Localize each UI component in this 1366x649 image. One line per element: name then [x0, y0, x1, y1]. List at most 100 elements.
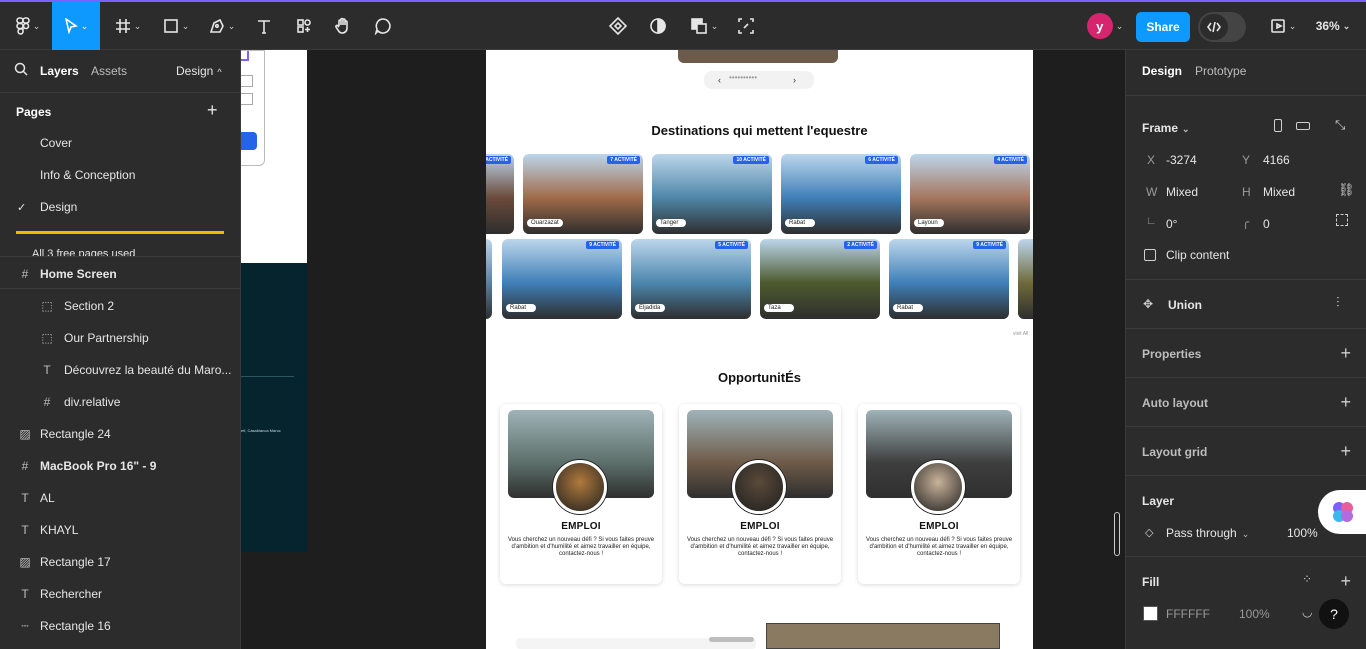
component-button[interactable]	[604, 2, 632, 50]
tab-prototype[interactable]: Prototype	[1195, 64, 1246, 78]
destination-card[interactable]: ACTIVITÉ	[486, 154, 514, 234]
frame-tool-button[interactable]: ⌄	[108, 2, 148, 50]
adjust-icon[interactable]: ⫶	[1336, 294, 1340, 311]
main-menu-button[interactable]: ⌄	[8, 2, 48, 50]
user-avatar-button[interactable]: y ⌄	[1080, 2, 1130, 50]
mask-button[interactable]	[644, 2, 672, 50]
destination-card[interactable]: 10 ACTIVITÉ Tanger	[652, 154, 772, 234]
add-layout-grid-icon[interactable]: +	[1340, 442, 1351, 460]
independent-corners-icon[interactable]	[1336, 214, 1348, 226]
constrain-proportions-icon[interactable]: ⛓	[1338, 182, 1355, 198]
page-item-design[interactable]: ✓ Design	[0, 191, 240, 223]
opportunity-card[interactable]: EMPLOI Vous cherchez un nouveau défi ? Si…	[500, 404, 662, 584]
destination-card[interactable]	[486, 239, 492, 319]
opportunity-card[interactable]: EMPLOI Vous cherchez un nouveau défi ? Si…	[858, 404, 1020, 584]
corner-radius-icon: ╭	[1242, 215, 1250, 229]
vertical-scrollbar[interactable]	[1114, 512, 1120, 556]
page-item-cover[interactable]: Cover	[0, 127, 240, 159]
activity-badge: 9 ACTIVITÉ	[586, 241, 619, 249]
layer-item[interactable]: ▨ Rectangle 24	[0, 418, 240, 450]
chevron-up-icon: ^	[217, 67, 222, 77]
add-fill-icon[interactable]: +	[1340, 572, 1351, 590]
help-button[interactable]: ?	[1319, 599, 1349, 629]
present-button[interactable]: ⌄	[1266, 2, 1300, 50]
dev-mode-toggle[interactable]	[1198, 12, 1246, 42]
add-page-icon[interactable]: +	[207, 100, 218, 121]
comment-tool-button[interactable]	[369, 2, 397, 50]
clip-content-checkbox[interactable]	[1144, 249, 1156, 261]
destination-card[interactable]: 9 ACTIVITÉ Rabat	[502, 239, 622, 319]
w-field[interactable]: Mixed	[1166, 185, 1198, 199]
portrait-icon[interactable]	[1274, 119, 1282, 132]
fill-swatch[interactable]	[1143, 606, 1158, 621]
add-auto-layout-icon[interactable]: +	[1340, 393, 1351, 411]
extension-brain-icon[interactable]	[1318, 490, 1366, 534]
layer-item[interactable]: ▨ Rectangle 17	[0, 546, 240, 578]
destination-card[interactable]: 5 ACTIVITÉ Eljadida	[631, 239, 751, 319]
crop-button[interactable]	[732, 2, 760, 50]
hand-tool-button[interactable]	[329, 2, 357, 50]
fill-hex-field[interactable]: FFFFFF	[1166, 607, 1210, 621]
resources-button[interactable]	[290, 2, 318, 50]
share-button[interactable]: Share	[1136, 12, 1190, 42]
union-icon: ✥	[1143, 297, 1154, 311]
move-tool-button[interactable]: ⌄	[52, 2, 100, 50]
canvas[interactable]: elf, Casablanca Maroc ‹ •••••••••• › Des…	[241, 50, 1125, 649]
destination-card[interactable]: 2 ACTIVITÉ Taza	[760, 239, 880, 319]
fill-styles-icon[interactable]: ⁘	[1302, 572, 1312, 586]
blend-mode-dropdown[interactable]: Pass through ⌄	[1166, 526, 1249, 540]
frame-dropdown[interactable]: Frame ⌄	[1142, 121, 1190, 135]
chevron-right-icon[interactable]: ›	[793, 75, 796, 85]
visit-all-link[interactable]: visit All	[1013, 331, 1028, 337]
layer-item[interactable]: ┄ Rectangle 16	[0, 610, 240, 642]
zoom-dropdown[interactable]: 36% ⌄	[1308, 2, 1358, 50]
fill-visibility-icon[interactable]: ◡	[1302, 605, 1312, 619]
layer-item[interactable]: ⬚ Our Partnership	[0, 322, 240, 354]
carousel-controls[interactable]: ‹ •••••••••• ›	[704, 71, 814, 89]
tab-assets[interactable]: Assets	[91, 64, 127, 78]
layer-item[interactable]: # Home Screen	[0, 258, 240, 290]
x-field[interactable]: -3274	[1166, 153, 1197, 167]
pen-tool-button[interactable]: ⌄	[202, 2, 242, 50]
layer-item[interactable]: T Découvrez la beauté du Maro...	[0, 354, 240, 386]
chevron-left-icon[interactable]: ‹	[718, 75, 721, 85]
layout-grid-label: Layout grid	[1142, 445, 1208, 459]
destination-card[interactable]: 7 ACTIVITÉ Ouarzazat	[523, 154, 643, 234]
text-tool-button[interactable]	[250, 2, 278, 50]
layer-item[interactable]: T AL	[0, 482, 240, 514]
comment-icon	[374, 18, 391, 35]
resize-to-fit-icon[interactable]: ⤡	[1335, 117, 1345, 133]
h-field[interactable]: Mixed	[1263, 185, 1295, 199]
destination-card[interactable]	[1018, 239, 1033, 319]
rotation-field[interactable]: 0°	[1166, 217, 1177, 231]
shape-tool-button[interactable]: ⌄	[156, 2, 196, 50]
opportunity-card[interactable]: EMPLOI Vous cherchez un nouveau défi ? Si…	[679, 404, 841, 584]
layer-item[interactable]: # MacBook Pro 16" - 9	[0, 450, 240, 482]
layer-item[interactable]: T KHAYL	[0, 514, 240, 546]
horizontal-scrollbar[interactable]	[709, 637, 754, 642]
fill-opacity-field[interactable]: 100%	[1239, 607, 1270, 621]
destination-card[interactable]: 4 ACTIVITÉ Layoun	[910, 154, 1030, 234]
page-item-info[interactable]: Info & Conception	[0, 159, 240, 191]
add-property-icon[interactable]: +	[1340, 344, 1351, 362]
figma-logo-icon	[15, 17, 30, 35]
image-layer-icon: ▨	[19, 555, 31, 569]
landscape-icon[interactable]	[1296, 122, 1310, 130]
destination-card[interactable]: 6 ACTIVITÉ Rabat	[781, 154, 901, 234]
tab-layers[interactable]: Layers	[40, 64, 79, 78]
destination-card[interactable]: 9 ACTIVITÉ Rabat	[889, 239, 1009, 319]
design-panel: Design Prototype Frame ⌄ ⤡ X -3274 Y 4166…	[1125, 50, 1366, 649]
y-field[interactable]: 4166	[1263, 153, 1290, 167]
boolean-button[interactable]: ⌄	[684, 2, 724, 50]
opacity-field[interactable]: 100%	[1287, 526, 1318, 540]
layer-item[interactable]: T Rechercher	[0, 578, 240, 610]
tab-design-dropdown[interactable]: Design ^	[176, 64, 222, 78]
search-icon[interactable]	[14, 62, 28, 81]
component-icon	[609, 17, 627, 35]
carousel-dots: ••••••••••	[729, 73, 758, 82]
layer-item[interactable]: # div.relative	[0, 386, 240, 418]
radius-field[interactable]: 0	[1263, 217, 1270, 231]
tab-design[interactable]: Design	[1142, 64, 1182, 78]
design-frame[interactable]: ‹ •••••••••• › Destinations qui mettent …	[486, 50, 1033, 649]
layer-item[interactable]: ⬚ Section 2	[0, 290, 240, 322]
